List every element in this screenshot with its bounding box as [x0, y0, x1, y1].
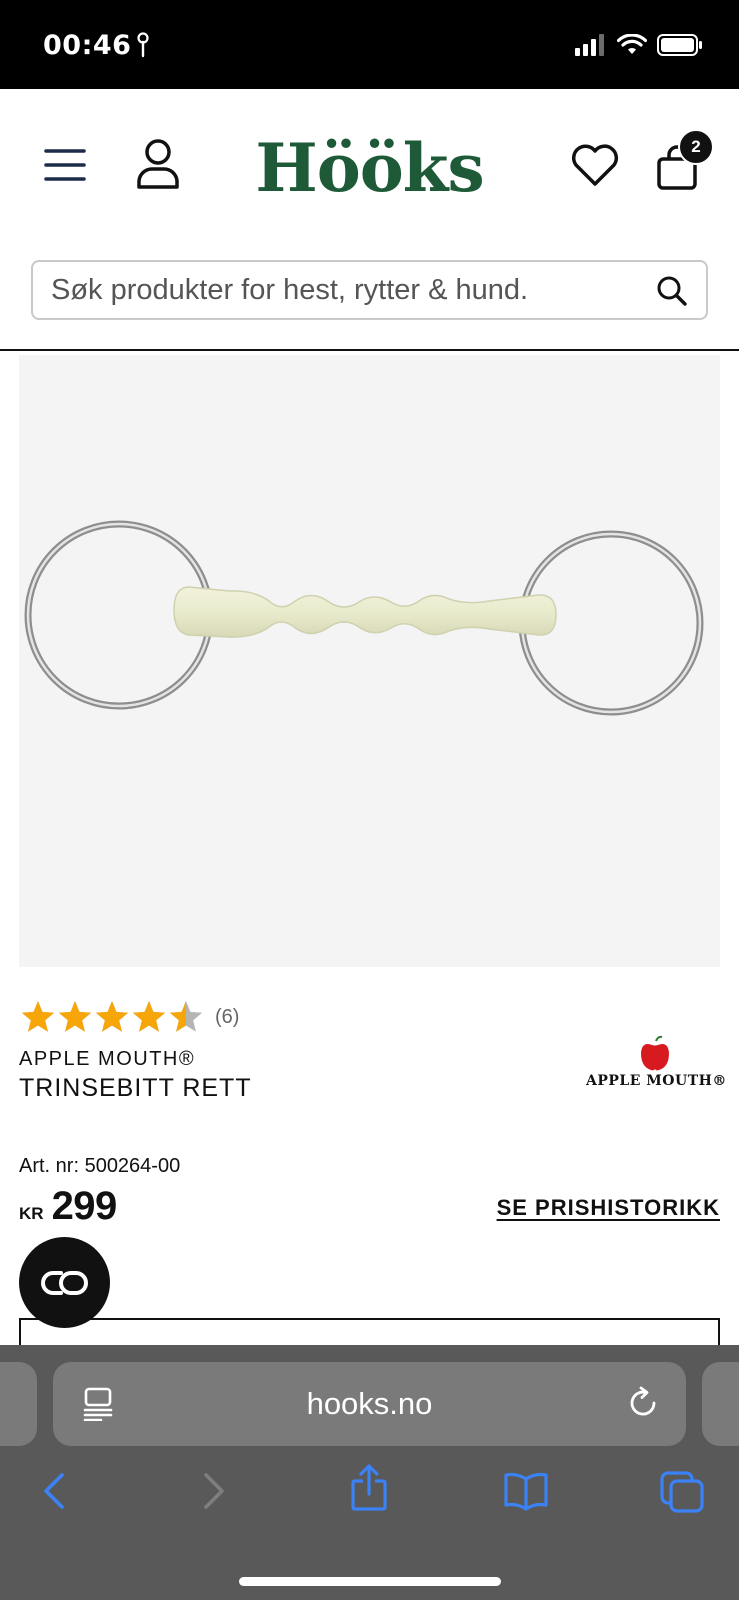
cart-button[interactable]: 2	[656, 129, 714, 191]
site-logo[interactable]: Hööks	[0, 129, 739, 207]
forward-icon[interactable]	[200, 1469, 228, 1518]
share-icon[interactable]	[349, 1463, 389, 1518]
product-price: KR 299	[19, 1184, 117, 1229]
chat-button[interactable]	[19, 1237, 110, 1328]
rating-stars	[21, 1001, 203, 1032]
site-header: Hööks 2	[0, 89, 739, 351]
address-bar[interactable]: hooks.no	[53, 1362, 686, 1446]
heart-icon[interactable]	[571, 144, 619, 186]
price-currency: KR	[19, 1204, 44, 1223]
status-time: 00:46	[43, 30, 132, 61]
apple-logo-icon	[641, 1035, 669, 1071]
search-icon[interactable]	[656, 275, 688, 312]
chat-icon	[40, 1270, 88, 1295]
reload-icon[interactable]	[628, 1386, 660, 1425]
previous-tab-preview[interactable]	[0, 1362, 37, 1446]
status-indicators	[575, 33, 703, 61]
bookmarks-icon[interactable]	[502, 1471, 550, 1516]
price-history-link[interactable]: SE PRISHISTORIKK	[497, 1195, 720, 1221]
next-tab-preview[interactable]	[702, 1362, 739, 1446]
location-icon	[137, 32, 149, 63]
article-number: Art. nr: 500264-00	[19, 1155, 181, 1177]
home-indicator[interactable]	[239, 1577, 501, 1586]
battery-icon	[657, 34, 703, 61]
rating-star-filled	[132, 1001, 166, 1032]
search-input[interactable]	[51, 270, 641, 310]
status-bar: 00:46	[0, 0, 739, 89]
price-value: 299	[51, 1184, 118, 1228]
brand-logo-text: APPLE MOUTH®	[586, 1073, 727, 1089]
rating-star-filled	[21, 1001, 55, 1032]
brand-logo[interactable]: APPLE MOUTH®	[586, 1035, 727, 1095]
signal-icon	[575, 34, 607, 61]
url-text[interactable]: hooks.no	[53, 1386, 686, 1422]
search-bar	[31, 260, 708, 320]
product-title: TRINSEBITT RETT	[19, 1074, 252, 1102]
back-icon[interactable]	[40, 1469, 68, 1518]
cart-count-badge: 2	[678, 129, 714, 165]
browser-chrome: hooks.no	[0, 1345, 739, 1600]
rating-star-filled	[58, 1001, 92, 1032]
rating-count: (6)	[215, 1005, 240, 1028]
product-image[interactable]	[19, 355, 720, 967]
wifi-icon	[616, 33, 648, 61]
loose-ring-bit-image	[24, 520, 704, 716]
product-rating[interactable]: (6)	[20, 999, 239, 1035]
rating-star-filled	[95, 1001, 129, 1032]
tabs-icon[interactable]	[659, 1470, 705, 1519]
product-brand[interactable]: APPLE MOUTH®	[19, 1048, 195, 1071]
